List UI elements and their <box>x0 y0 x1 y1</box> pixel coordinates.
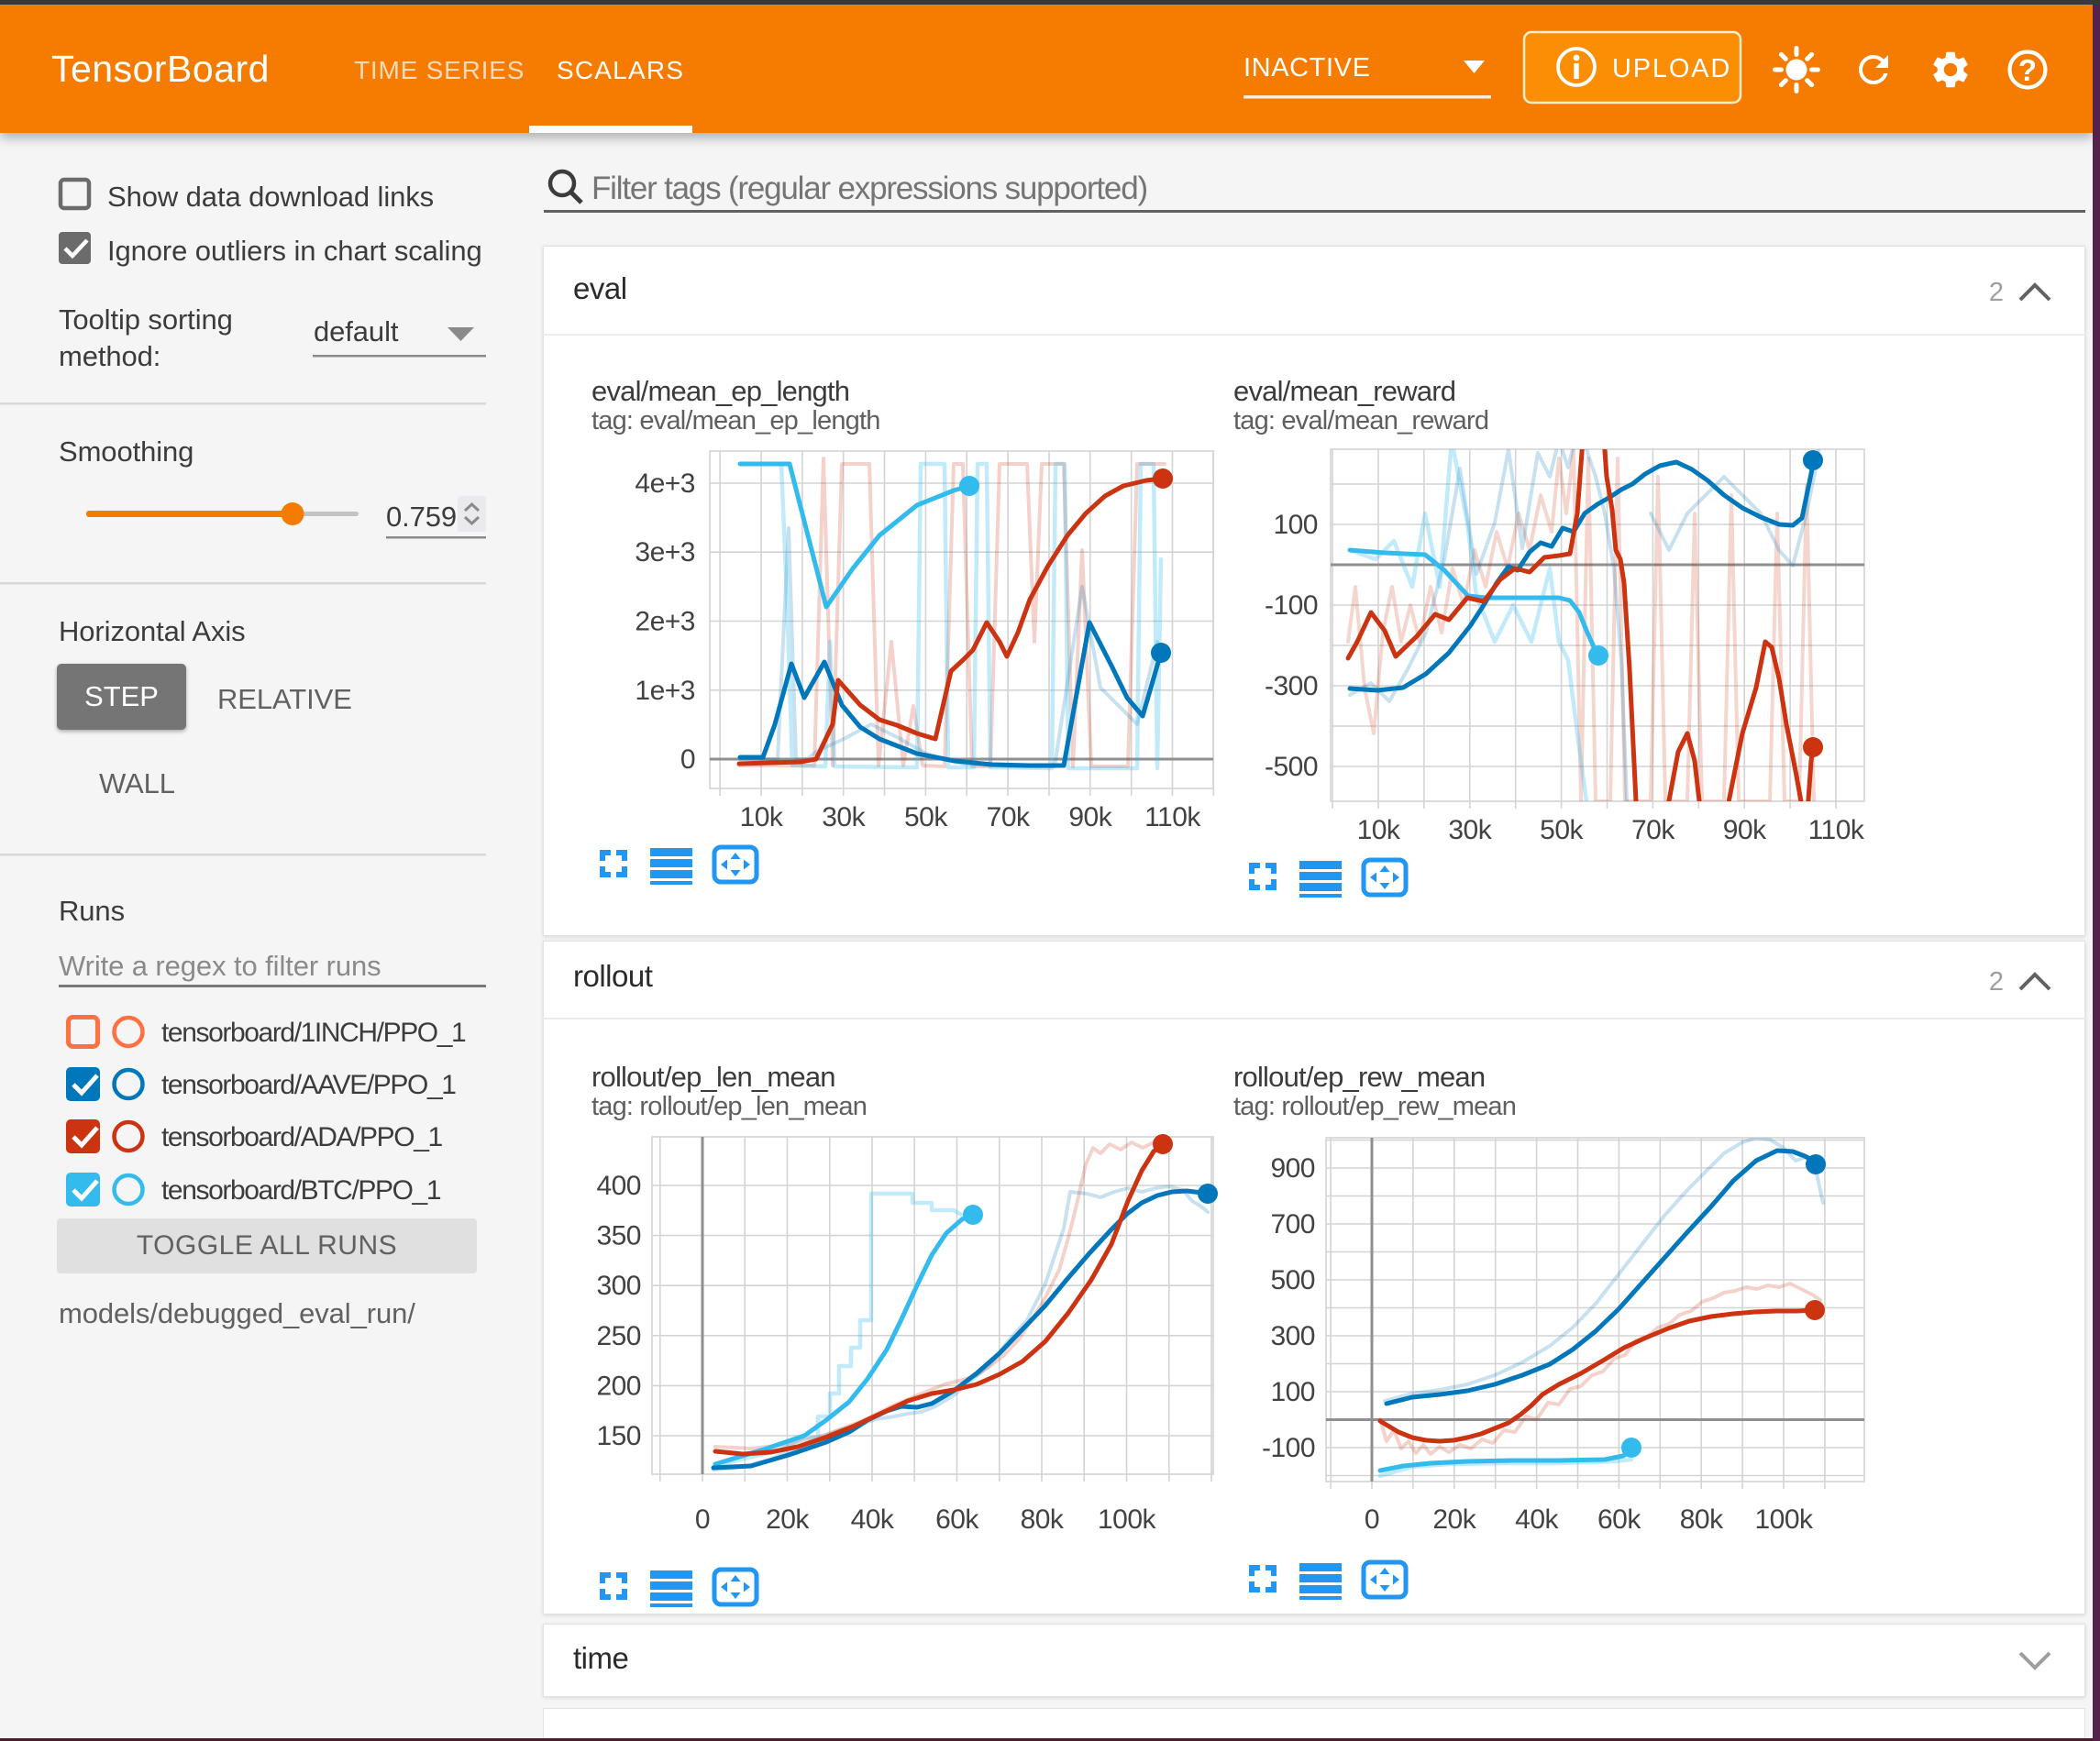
svg-text:250: 250 <box>596 1321 641 1351</box>
svg-text:-300: -300 <box>1265 671 1318 701</box>
svg-text:100k: 100k <box>1754 1504 1814 1535</box>
svg-text:rollout/ep_len_mean: rollout/ep_len_mean <box>591 1061 835 1093</box>
svg-text:20k: 20k <box>766 1504 810 1535</box>
svg-text:2: 2 <box>1989 278 2004 307</box>
svg-text:900: 900 <box>1270 1153 1315 1184</box>
svg-text:80k: 80k <box>1680 1504 1724 1535</box>
svg-text:rollout/ep_rew_mean: rollout/ep_rew_mean <box>1233 1061 1485 1093</box>
svg-text:100k: 100k <box>1098 1504 1157 1535</box>
svg-text:-500: -500 <box>1265 752 1318 782</box>
svg-text:-100: -100 <box>1262 1433 1315 1463</box>
svg-text:-100: -100 <box>1265 590 1318 621</box>
svg-text:1e+3: 1e+3 <box>635 676 695 706</box>
svg-text:2e+3: 2e+3 <box>635 607 695 637</box>
svg-text:110k: 110k <box>1144 802 1201 832</box>
svg-text:tag: rollout/ep_rew_mean: tag: rollout/ep_rew_mean <box>1233 1092 1516 1121</box>
svg-text:150: 150 <box>596 1421 641 1451</box>
svg-text:400: 400 <box>596 1171 641 1201</box>
svg-text:eval/mean_ep_length: eval/mean_ep_length <box>591 375 849 407</box>
svg-text:100: 100 <box>1273 510 1318 540</box>
svg-text:80k: 80k <box>1021 1504 1065 1535</box>
svg-text:4e+3: 4e+3 <box>635 468 695 499</box>
svg-text:200: 200 <box>596 1371 641 1401</box>
svg-text:30k: 30k <box>1448 815 1492 845</box>
svg-text:2: 2 <box>1989 967 2004 997</box>
svg-text:20k: 20k <box>1432 1504 1476 1535</box>
svg-text:110k: 110k <box>1808 815 1865 845</box>
svg-text:300: 300 <box>596 1271 641 1301</box>
svg-text:100: 100 <box>1270 1377 1315 1407</box>
svg-text:10k: 10k <box>1357 815 1401 845</box>
svg-text:tag: eval/mean_ep_length: tag: eval/mean_ep_length <box>591 406 880 435</box>
svg-text:60k: 60k <box>935 1504 979 1535</box>
svg-text:40k: 40k <box>851 1504 895 1535</box>
svg-text:3e+3: 3e+3 <box>635 537 695 567</box>
svg-text:tag: rollout/ep_len_mean: tag: rollout/ep_len_mean <box>591 1092 867 1121</box>
svg-text:0: 0 <box>695 1504 710 1535</box>
svg-text:50k: 50k <box>904 802 948 832</box>
svg-text:70k: 70k <box>987 802 1031 832</box>
svg-text:eval/mean_reward: eval/mean_reward <box>1233 375 1455 407</box>
svg-text:60k: 60k <box>1597 1504 1641 1535</box>
svg-text:300: 300 <box>1270 1321 1315 1351</box>
svg-text:?: ? <box>2018 53 2037 87</box>
svg-text:700: 700 <box>1270 1209 1315 1240</box>
svg-text:50k: 50k <box>1540 815 1584 845</box>
svg-text:90k: 90k <box>1723 815 1767 845</box>
svg-text:90k: 90k <box>1068 802 1112 832</box>
svg-text:500: 500 <box>1270 1265 1315 1295</box>
svg-text:10k: 10k <box>740 802 784 832</box>
svg-text:0: 0 <box>1365 1504 1379 1535</box>
svg-text:tag: eval/mean_reward: tag: eval/mean_reward <box>1233 406 1488 435</box>
svg-text:350: 350 <box>596 1221 641 1251</box>
svg-text:70k: 70k <box>1631 815 1675 845</box>
svg-text:40k: 40k <box>1515 1504 1559 1535</box>
svg-text:0: 0 <box>680 744 695 775</box>
svg-text:30k: 30k <box>822 802 866 832</box>
